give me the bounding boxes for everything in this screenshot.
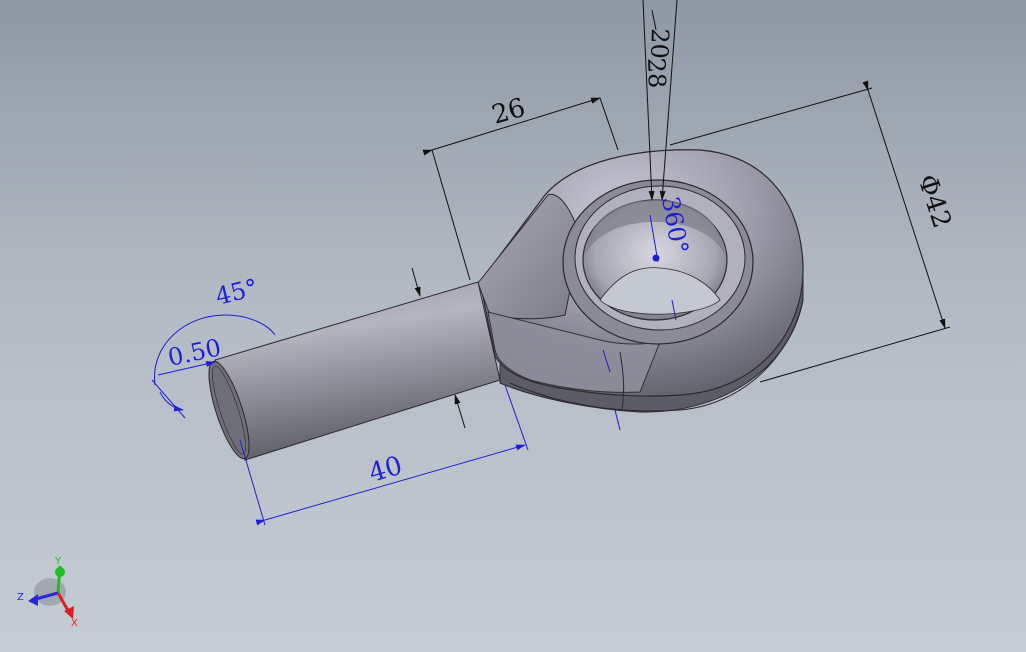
dim-bore-b-text: 20 (645, 28, 674, 60)
triad-sphere (34, 578, 66, 606)
rod-end-part[interactable] (201, 149, 804, 463)
cad-viewport[interactable]: 26 28 20 Φ42 40 0.50 45° 360° Y Z X (0, 0, 1026, 652)
orientation-triad[interactable]: Y Z X (17, 556, 78, 629)
dim-neck-length-text: 26 (489, 93, 529, 131)
triad-z-arrow (28, 594, 38, 606)
triad-y-label: Y (54, 556, 62, 567)
triad-z-label: Z (17, 592, 24, 603)
dim-chamfer-angle-text: 45° (213, 273, 261, 310)
triad-x-label: X (71, 618, 78, 629)
dim-bore-a-text: 28 (642, 57, 671, 89)
dim-shank-length-text: 40 (366, 451, 406, 489)
dim-head-diameter-text: Φ42 (911, 171, 956, 232)
shank (214, 281, 501, 461)
revolve-axis-point (652, 254, 660, 262)
model-scene[interactable]: 26 28 20 Φ42 40 0.50 45° 360° Y Z X (0, 0, 1026, 652)
triad-y-tip (55, 567, 65, 577)
